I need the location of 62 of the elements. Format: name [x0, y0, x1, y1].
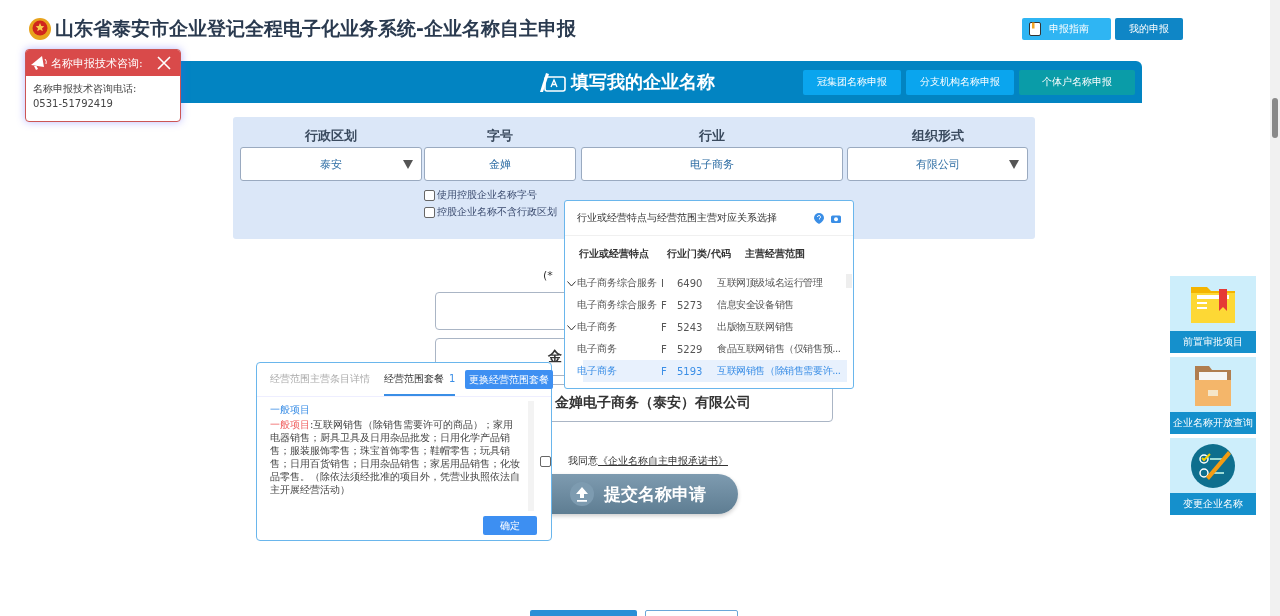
table-cell-text: 电子商务 — [577, 342, 618, 356]
table-cell-text: 食品互联网销售（仅销售预... — [717, 342, 842, 356]
my-applications-button[interactable]: 我的申报 — [1115, 18, 1183, 40]
table-cell-text: F — [661, 299, 668, 311]
field-label: 组织形式 — [910, 127, 965, 145]
field-label: 行业 — [698, 127, 726, 145]
apply-type-button[interactable]: 冠集团名称申报 — [803, 69, 901, 95]
popup-text: 0531-51792419 — [33, 98, 114, 109]
tile-label: 前置审批项目 — [1170, 331, 1256, 353]
table-cell-text: F — [661, 321, 668, 333]
industry-row[interactable]: 电子商务综合服务 F 5273 信息安全设备销售 — [565, 294, 847, 316]
section-heading: 一般项目 — [270, 403, 311, 417]
table-cell-text: 出版物互联网销售 — [717, 320, 795, 334]
banner-title: 填写我的企业名称 — [571, 70, 715, 94]
column-header: 行业门类/代码 — [667, 247, 732, 261]
change-package-button[interactable]: 更换经营范围套餐 — [465, 370, 554, 389]
tab[interactable]: 经营范围主营条目详情 — [270, 363, 370, 396]
table-cell-text: 互联网销售（除销售需要许... — [717, 364, 842, 378]
industry-row[interactable]: 电子商务综合服务 I 6490 互联网顶级域名运行管理 — [565, 272, 847, 294]
tile-label: 变更企业名称 — [1170, 493, 1256, 515]
field-label: 行政区划 — [304, 127, 358, 145]
industry-row[interactable]: 电子商务 F 5229 食品互联网销售（仅销售预... — [565, 338, 847, 360]
table-cell-text: 电子商务 — [577, 364, 618, 378]
table-cell-text: 电子商务 — [577, 320, 618, 334]
column-header: 主营经营范围 — [745, 247, 805, 261]
table-cell-text: 5273 — [677, 299, 704, 311]
popup-title: 名称申报技术咨询: — [51, 55, 143, 71]
input-field[interactable]: 金婵 — [424, 147, 576, 181]
popup-title: 行业或经营特点与经营范围主营对应关系选择 — [577, 211, 777, 225]
table-cell-text: 信息安全设备销售 — [717, 298, 795, 312]
select-field[interactable]: 有限公司 — [847, 147, 1028, 181]
apply-type-button[interactable]: 个体户名称申报 — [1019, 69, 1135, 95]
apply-type-button[interactable]: 分支机构名称申报 — [906, 69, 1014, 95]
select-field[interactable]: 泰安 — [240, 147, 422, 181]
table-cell-text: 互联网顶级域名运行管理 — [717, 276, 824, 290]
column-header: 行业或经营特点 — [579, 247, 650, 261]
table-cell-text: F — [661, 343, 668, 355]
table-cell-text: 6490 — [677, 277, 704, 289]
table-cell-text: F — [661, 365, 668, 377]
table-cell-text: 5193 — [677, 365, 704, 377]
tab[interactable]: 经营范围套餐 1 — [384, 363, 456, 396]
industry-row[interactable]: 电子商务 F 5243 出版物互联网销售 — [565, 316, 847, 338]
shortcut-tile[interactable]: 企业名称开放查询 — [1170, 357, 1256, 434]
table-cell-text: 电子商务综合服务 — [577, 276, 658, 290]
shortcut-tile[interactable]: 前置审批项目 — [1170, 276, 1256, 353]
field-label: 字号 — [486, 127, 514, 145]
page-title: 山东省泰安市企业登记全程电子化业务系统-企业名称自主申报 — [55, 16, 576, 41]
input-field[interactable]: 电子商务 — [581, 147, 843, 181]
checkbox-label: 控股企业名称不含行政区划 — [437, 205, 557, 219]
hint-text: (* — [543, 269, 553, 283]
confirm-button[interactable]: 确定 — [483, 516, 537, 535]
agreement-link[interactable]: 《企业名称自主申报承诺书》 — [598, 455, 728, 466]
table-cell-text: 5243 — [677, 321, 704, 333]
popup-text: 名称申报技术咨询电话: — [33, 82, 138, 96]
agreement-text: 我同意《企业名称自主申报承诺书》 — [568, 454, 728, 468]
tile-label: 企业名称开放查询 — [1170, 412, 1256, 434]
table-cell-text: 5229 — [677, 343, 704, 355]
shortcut-tile[interactable]: 变更企业名称 — [1170, 438, 1256, 515]
table-cell-text: I — [661, 277, 665, 289]
table-cell-text: 电子商务综合服务 — [577, 298, 658, 312]
guide-button[interactable]: 申报指南 — [1022, 18, 1111, 40]
checkbox-label: 使用控股企业名称字号 — [437, 188, 537, 202]
